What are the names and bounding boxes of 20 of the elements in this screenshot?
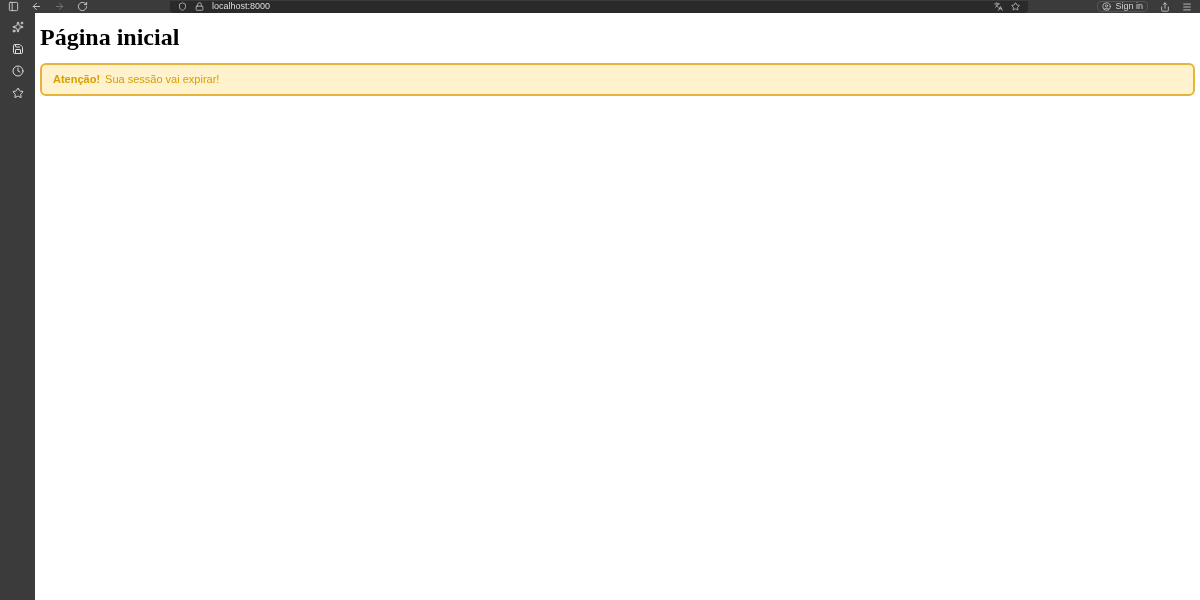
alert-label: Atenção!: [53, 72, 101, 88]
bookmark-icon[interactable]: [1011, 2, 1020, 11]
user-icon: [1102, 2, 1112, 11]
sign-in-button[interactable]: Sign in: [1097, 1, 1148, 12]
reload-icon[interactable]: [77, 1, 88, 12]
translate-icon[interactable]: [994, 2, 1003, 11]
alert-message: Sua sessão vai expirar!: [105, 72, 220, 88]
lock-icon: [195, 2, 204, 11]
share-icon[interactable]: [1160, 1, 1170, 12]
menu-icon[interactable]: [1182, 1, 1192, 12]
back-icon[interactable]: [31, 1, 42, 12]
sparkle-icon[interactable]: [11, 21, 24, 33]
shield-icon: [178, 2, 187, 11]
page-heading: Página inicial: [40, 25, 181, 49]
sidebar-toggle-icon[interactable]: [8, 1, 19, 12]
save-icon[interactable]: [11, 43, 24, 55]
star-icon[interactable]: [11, 87, 24, 99]
address-bar[interactable]: localhost:8000: [170, 0, 1028, 13]
clock-icon[interactable]: [11, 65, 24, 77]
url-text: localhost:8000: [212, 2, 271, 11]
